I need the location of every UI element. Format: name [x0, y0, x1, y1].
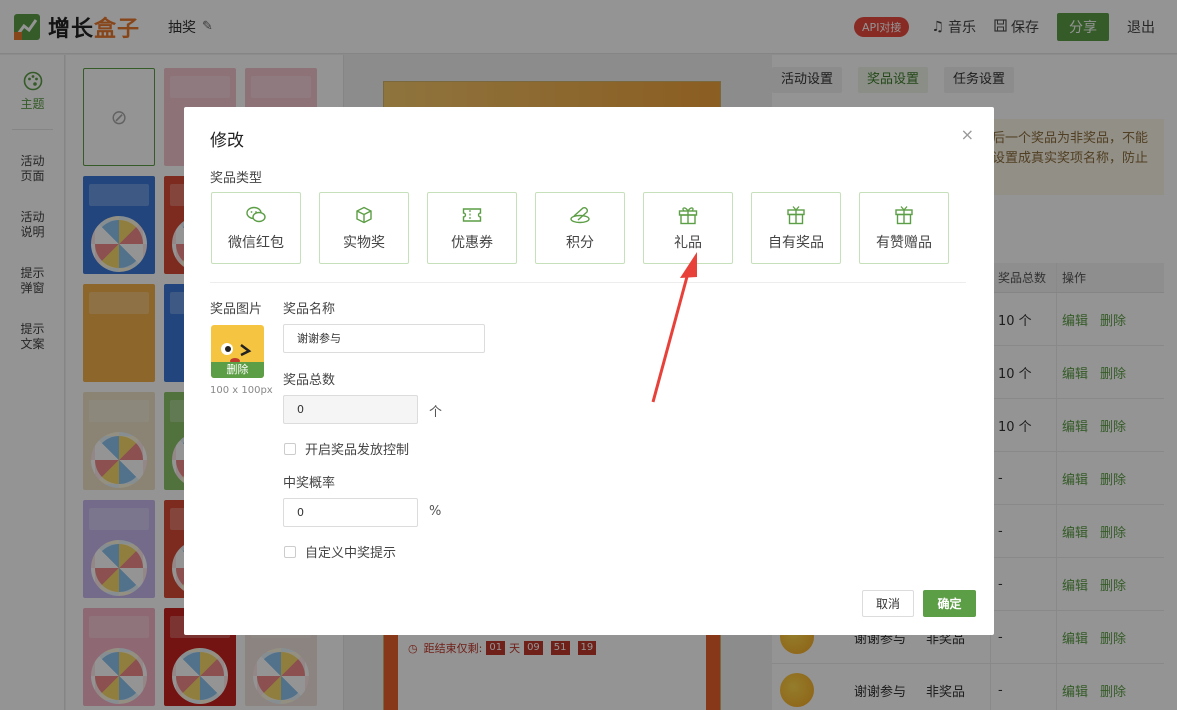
edit-prize-modal: 修改 × 奖品类型 微信红包 实物奖 优惠券 积分 礼品 自有奖品 有赞赠品 奖…	[184, 107, 994, 635]
type-label: 自有奖品	[768, 235, 824, 251]
prize-name-input[interactable]: 谢谢参与	[283, 324, 485, 353]
image-delete-button[interactable]: 删除	[211, 362, 264, 378]
type-label: 礼品	[674, 235, 702, 251]
custom-tip-checkbox-row[interactable]: 自定义中奖提示	[284, 542, 396, 561]
prize-total-unit: 个	[429, 405, 443, 420]
win-probability-unit: %	[429, 504, 442, 519]
gift-icon	[677, 204, 699, 226]
type-physical[interactable]: 实物奖	[319, 192, 409, 264]
type-label: 优惠券	[451, 235, 493, 251]
custom-tip-checkbox[interactable]	[284, 545, 296, 558]
type-youzan-gift[interactable]: 有赞赠品	[859, 192, 949, 264]
custom-tip-label: 自定义中奖提示	[305, 546, 397, 561]
wechat-icon	[245, 204, 267, 226]
prize-total-input[interactable]: 0	[283, 395, 418, 424]
confirm-button[interactable]: 确定	[923, 590, 976, 617]
cancel-button[interactable]: 取消	[862, 590, 914, 617]
prize-type-label: 奖品类型	[210, 171, 263, 186]
win-probability-label: 中奖概率	[283, 476, 336, 491]
prize-total-label: 奖品总数	[283, 373, 336, 388]
modal-divider	[210, 282, 966, 283]
type-wechat-redpacket[interactable]: 微信红包	[211, 192, 301, 264]
type-label: 微信红包	[228, 235, 284, 251]
cube-icon	[353, 204, 375, 226]
type-gift[interactable]: 礼品	[643, 192, 733, 264]
coins-icon	[569, 204, 591, 226]
prize-control-checkbox-row[interactable]: 开启奖品发放控制	[284, 439, 409, 458]
type-coupon[interactable]: 优惠券	[427, 192, 517, 264]
win-probability-input[interactable]: 0	[283, 498, 418, 527]
prize-image-label: 奖品图片	[210, 302, 263, 317]
type-label: 积分	[566, 235, 594, 251]
prize-name-label: 奖品名称	[283, 302, 336, 317]
gift-box-icon	[893, 204, 915, 226]
type-label: 有赞赠品	[876, 235, 932, 251]
type-label: 实物奖	[343, 235, 385, 251]
close-icon[interactable]: ×	[961, 127, 974, 143]
prize-type-options: 微信红包 实物奖 优惠券 积分 礼品 自有奖品 有赞赠品	[211, 192, 949, 264]
modal-title: 修改	[210, 131, 244, 151]
image-size-hint: 100 x 100px	[210, 385, 273, 396]
type-points[interactable]: 积分	[535, 192, 625, 264]
prize-control-checkbox[interactable]	[284, 442, 296, 455]
coupon-icon	[461, 204, 483, 226]
prize-control-label: 开启奖品发放控制	[305, 443, 410, 458]
type-own-prize[interactable]: 自有奖品	[751, 192, 841, 264]
prize-image[interactable]: 删除	[211, 325, 264, 378]
gift-box-icon	[785, 204, 807, 226]
